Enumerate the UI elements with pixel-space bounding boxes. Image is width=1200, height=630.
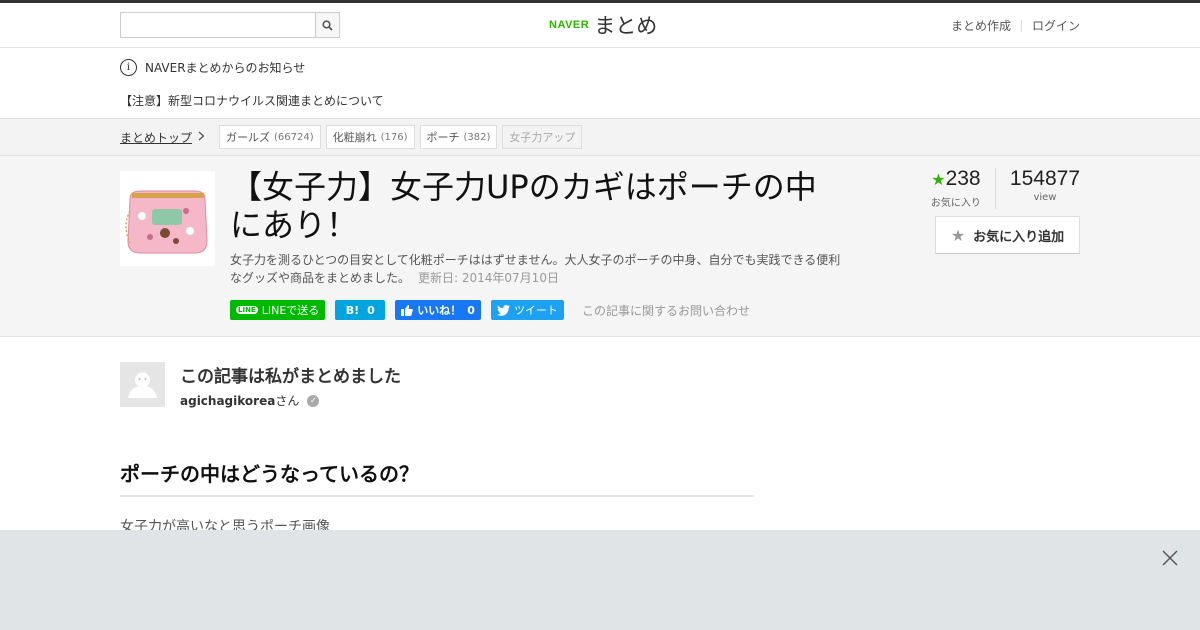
tag-count: (66724) bbox=[274, 131, 314, 143]
verified-check-icon: ✓ bbox=[307, 394, 320, 407]
favorites-stat: ★238 お気に入り bbox=[931, 168, 996, 209]
add-favorite-button[interactable]: ★ お気に入り追加 bbox=[935, 216, 1080, 254]
tag-label: ポーチ bbox=[426, 131, 460, 144]
search-box bbox=[120, 12, 340, 38]
breadcrumb: まとめトップ ガールズ (66724) 化粧崩れ (176) ポーチ (382)… bbox=[0, 118, 1200, 156]
create-matome-link[interactable]: まとめ作成 bbox=[951, 17, 1011, 34]
breadcrumb-inner: まとめトップ ガールズ (66724) 化粧崩れ (176) ポーチ (382)… bbox=[120, 125, 587, 149]
notice-heading[interactable]: NAVERまとめからのお知らせ bbox=[145, 59, 305, 76]
facebook-like-label: いいね！ bbox=[417, 304, 462, 317]
tweet-label: ツイート bbox=[513, 304, 558, 317]
line-icon: LINE bbox=[236, 306, 258, 314]
tag-makeup-collapse[interactable]: 化粧崩れ (176) bbox=[325, 125, 415, 149]
header-divider bbox=[1020, 19, 1022, 32]
section-heading: ポーチの中はどうなっているの？ bbox=[120, 458, 754, 497]
author-name[interactable]: agichagikorea bbox=[180, 394, 275, 408]
star-outline-icon: ★ bbox=[950, 225, 966, 245]
chevron-right-icon bbox=[198, 130, 205, 144]
hatena-icon: B! bbox=[345, 303, 360, 317]
login-link[interactable]: ログイン bbox=[1032, 17, 1080, 34]
header-links: まとめ作成 ログイン bbox=[951, 17, 1080, 34]
breadcrumb-top-link[interactable]: まとめトップ bbox=[120, 129, 192, 146]
tag-joshiryoku-up: 女子力アップ bbox=[502, 125, 583, 149]
site-logo[interactable]: NAVER まとめ bbox=[549, 11, 657, 39]
article-title: 【女子力】女子力UPのカギはポーチの中にあり！ bbox=[230, 168, 817, 244]
author-name-row: agichagikorea さん ✓ bbox=[180, 392, 480, 409]
search-input[interactable] bbox=[120, 12, 315, 38]
facebook-like-count: 0 bbox=[467, 303, 475, 317]
notice-heading-row: i NAVERまとめからのお知らせ bbox=[120, 59, 305, 76]
twitter-bird-icon bbox=[496, 304, 510, 316]
logo-matome: まとめ bbox=[594, 14, 658, 38]
search-button[interactable] bbox=[315, 12, 340, 38]
views-stat: 154877 view bbox=[996, 168, 1080, 209]
hatena-count: 0 bbox=[367, 303, 375, 317]
article-header: 【女子力】女子力UPのカギはポーチの中にあり！ 女子力を測るひとつの目安として化… bbox=[0, 156, 1200, 337]
site-header: NAVER まとめ まとめ作成 ログイン bbox=[0, 3, 1200, 48]
updated-date: 更新日: 2014年07月10日 bbox=[418, 271, 559, 285]
article-description: 女子力を測るひとつの目安として化粧ポーチははずせません。大人女子のポーチの中身、… bbox=[230, 251, 850, 287]
logo-naver: NAVER bbox=[549, 19, 590, 31]
notice-link[interactable]: 【注意】新型コロナウイルス関連まとめについて bbox=[120, 92, 384, 109]
notice-area: i NAVERまとめからのお知らせ 【注意】新型コロナウイルス関連まとめについて bbox=[0, 48, 1200, 118]
tag-label: 化粧崩れ bbox=[332, 131, 377, 144]
article-thumbnail bbox=[120, 171, 215, 266]
tag-label: ガールズ bbox=[226, 131, 271, 144]
article-stats: ★238 お気に入り 154877 view bbox=[931, 168, 1080, 209]
tag-count: (382) bbox=[463, 131, 491, 143]
favorites-count: 238 bbox=[945, 167, 981, 190]
favorites-count-row: ★238 bbox=[931, 168, 981, 192]
search-icon bbox=[322, 19, 333, 31]
author-heading: この記事は私がまとめました bbox=[180, 367, 401, 387]
views-count: 154877 bbox=[1009, 167, 1080, 190]
inquiry-link[interactable]: この記事に関するお問い合わせ bbox=[582, 302, 750, 319]
tag-count: (176) bbox=[380, 131, 408, 143]
tag-pouch[interactable]: ポーチ (382) bbox=[419, 125, 498, 149]
avatar[interactable] bbox=[120, 362, 165, 407]
share-buttons: LINE LINEで送る B! 0 いいね！ 0 ツイート この記事に関するお問… bbox=[230, 300, 750, 320]
bottom-ad-banner bbox=[0, 530, 1200, 630]
facebook-like-button[interactable]: いいね！ 0 bbox=[395, 300, 481, 320]
tag-label: 女子力アップ bbox=[509, 131, 576, 144]
thumbs-up-icon bbox=[401, 304, 414, 316]
author-suffix: さん bbox=[275, 394, 300, 408]
add-favorite-label: お気に入り追加 bbox=[973, 229, 1065, 245]
favorites-label: お気に入り bbox=[930, 198, 981, 209]
line-share-button[interactable]: LINE LINEで送る bbox=[230, 300, 326, 320]
info-icon: i bbox=[120, 59, 137, 76]
line-share-label: LINEで送る bbox=[261, 304, 320, 317]
views-label: view bbox=[1033, 192, 1057, 203]
close-icon[interactable] bbox=[1160, 548, 1180, 568]
tag-girls[interactable]: ガールズ (66724) bbox=[219, 125, 321, 149]
hatena-bookmark-button[interactable]: B! 0 bbox=[335, 300, 386, 320]
tweet-button[interactable]: ツイート bbox=[490, 300, 564, 320]
star-icon: ★ bbox=[931, 172, 946, 189]
